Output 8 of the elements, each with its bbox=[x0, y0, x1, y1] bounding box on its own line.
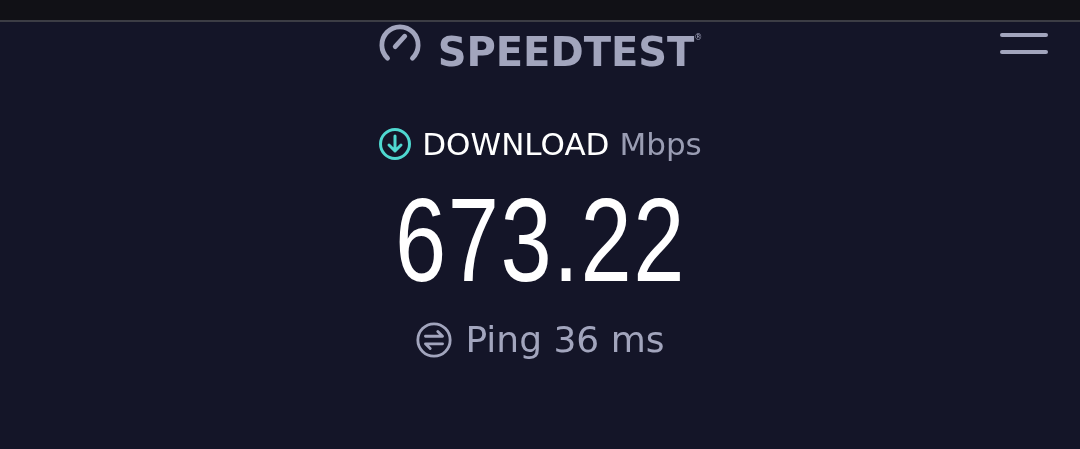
download-icon bbox=[378, 127, 413, 161]
menu-icon[interactable] bbox=[998, 31, 1050, 57]
ping-icon bbox=[415, 321, 454, 359]
speedtest-logo: SPEEDTEST$^{®}$ bbox=[437, 28, 703, 72]
download-label: DOWNLOAD bbox=[422, 126, 610, 162]
download-speed: 673.22 bbox=[394, 180, 686, 300]
ping-result: Ping 36 ms bbox=[465, 318, 665, 362]
unit-label: Mbps bbox=[619, 126, 702, 162]
